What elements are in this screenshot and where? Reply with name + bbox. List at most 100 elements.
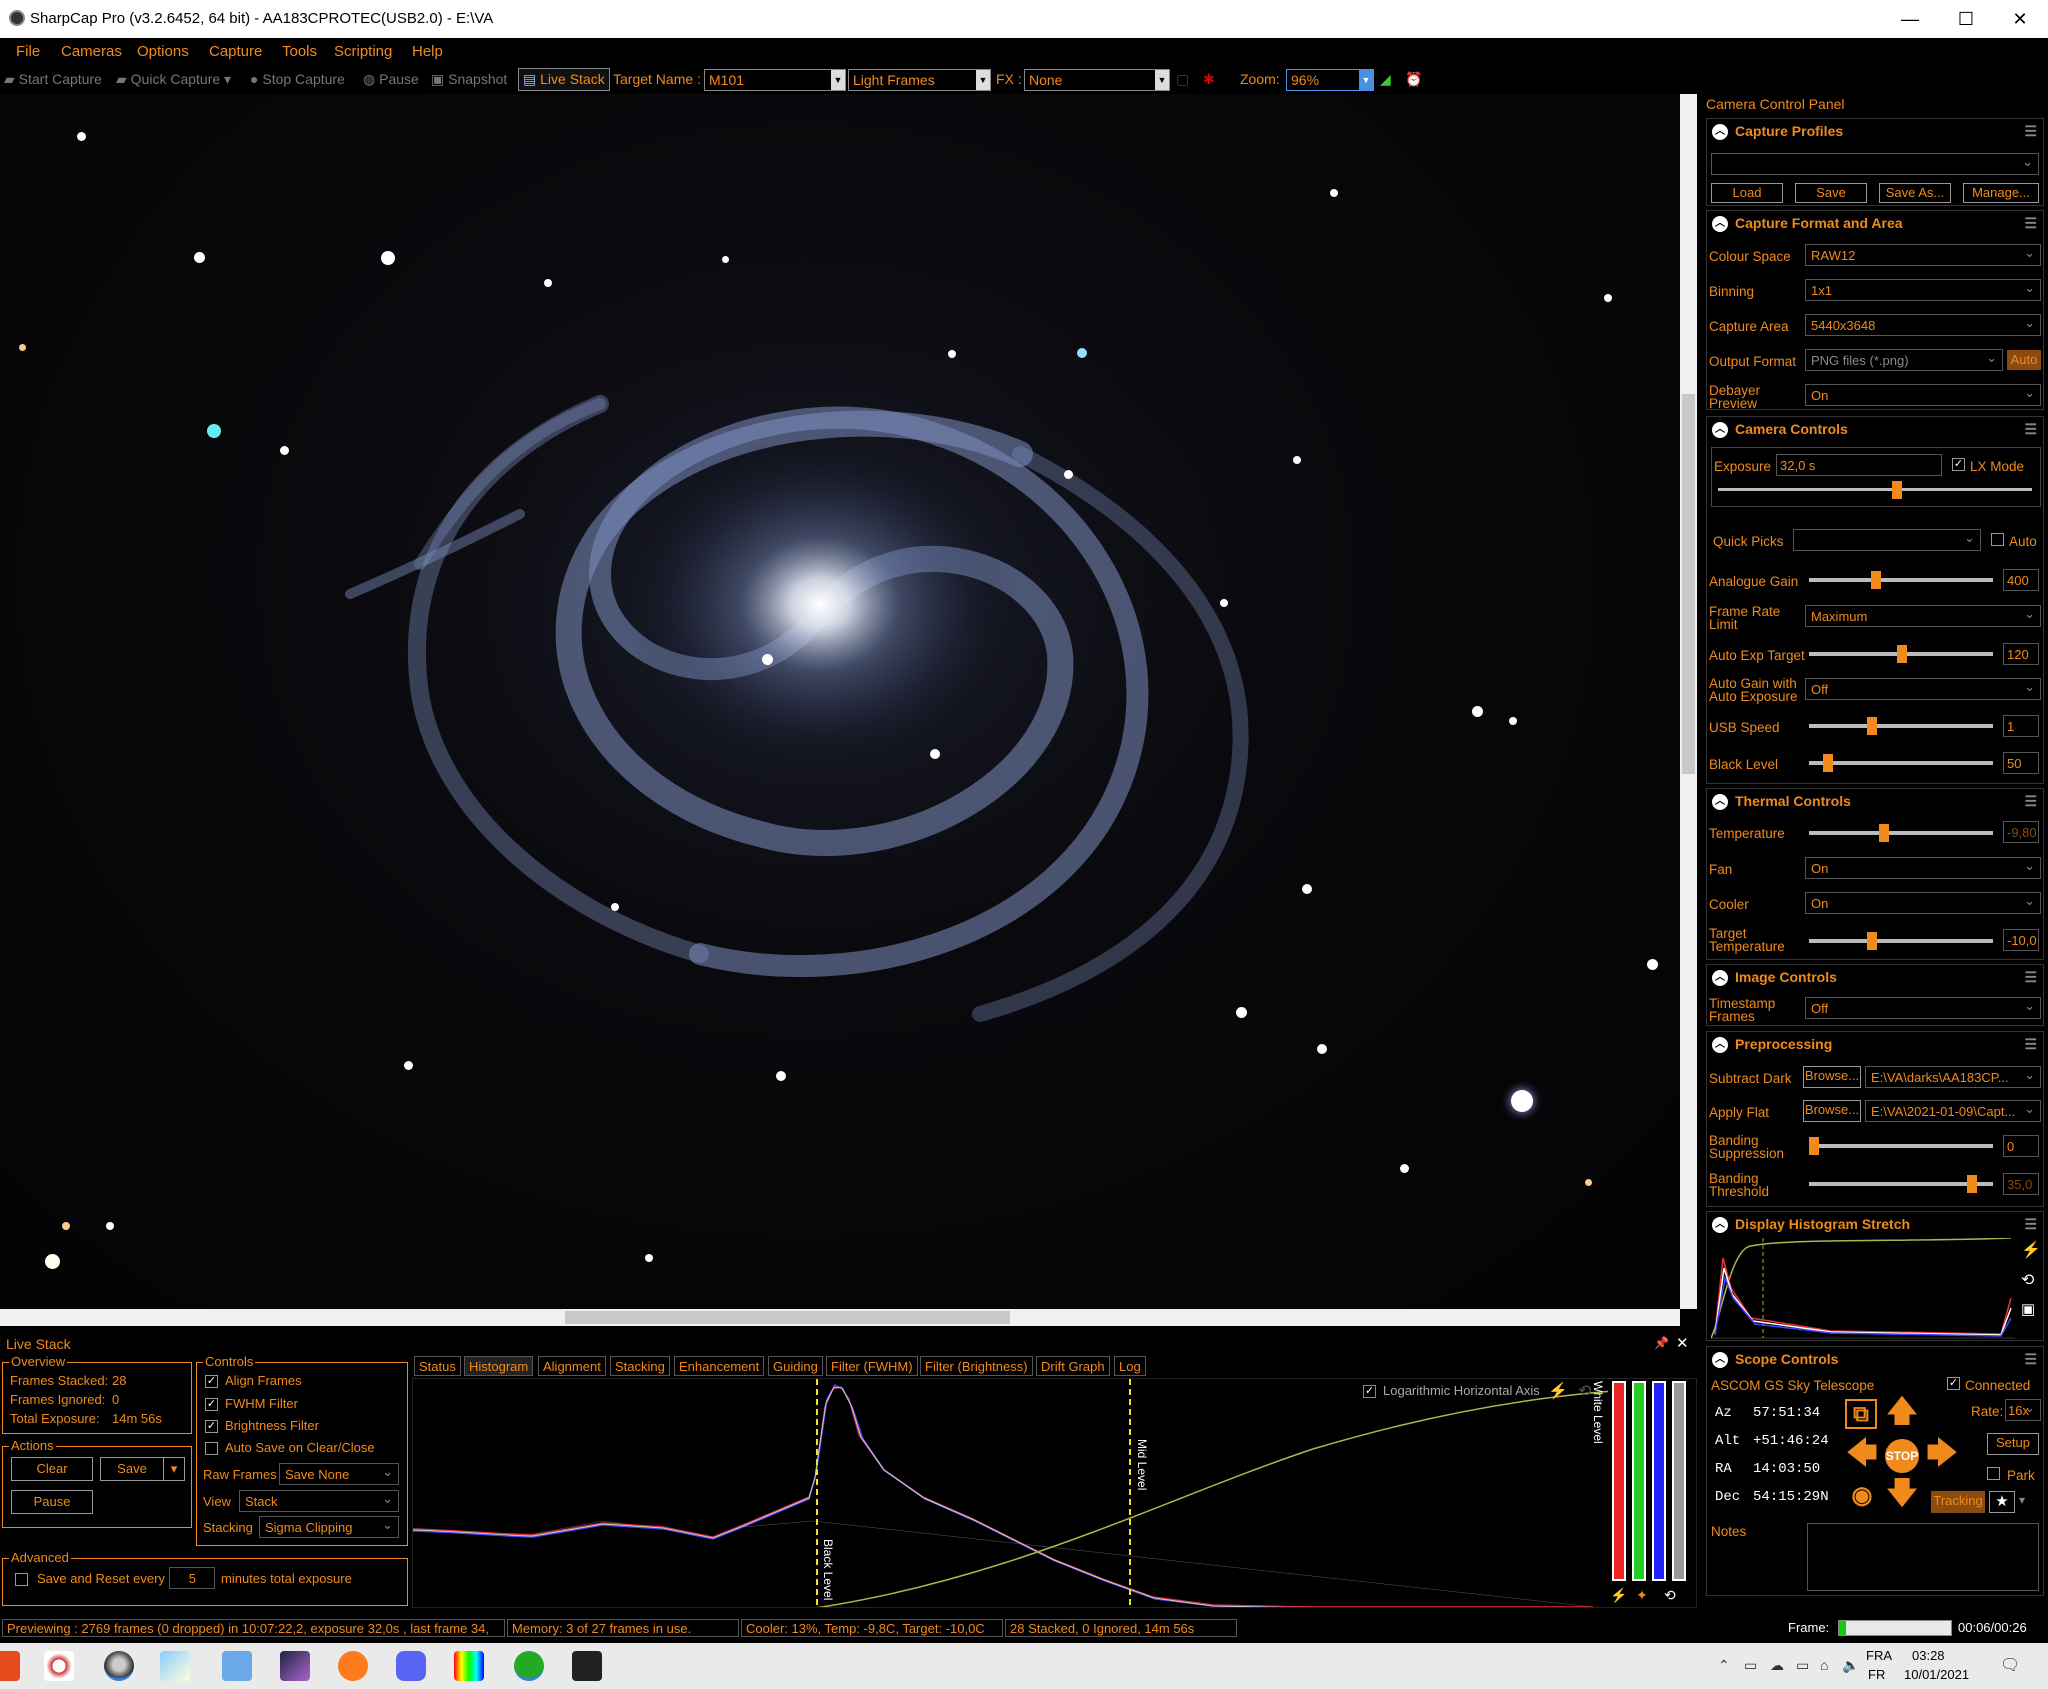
black-level-input[interactable]: 50 bbox=[2003, 752, 2039, 774]
auto-stretch-icon[interactable]: ⚡ bbox=[2021, 1240, 2041, 1260]
collapse-icon[interactable]: ︿ bbox=[1712, 794, 1728, 810]
stellarium-icon[interactable] bbox=[44, 1651, 74, 1681]
save-button[interactable]: Save bbox=[100, 1457, 164, 1481]
manage-profiles-button[interactable]: Manage... bbox=[1963, 183, 2039, 203]
move-south-button[interactable]: 🡇 bbox=[1885, 1479, 1919, 1509]
save-reset-input[interactable]: 5 bbox=[169, 1567, 215, 1589]
notepad-icon[interactable] bbox=[160, 1651, 190, 1681]
luminance-level-slider[interactable] bbox=[1672, 1381, 1686, 1581]
auto-gain-select[interactable]: Off bbox=[1805, 678, 2041, 700]
usb-speed-input[interactable]: 1 bbox=[2003, 715, 2039, 737]
lightning-icon[interactable]: ⚡ bbox=[1610, 1587, 1627, 1604]
frame-rate-select[interactable]: Maximum bbox=[1805, 605, 2041, 627]
section-header[interactable]: ︿ Capture Format and Area ☰ bbox=[1707, 211, 2043, 237]
target-temperature-slider[interactable] bbox=[1809, 932, 1993, 950]
save-as-profile-button[interactable]: Save As... bbox=[1879, 183, 1951, 203]
brightness-filter-checkbox[interactable]: ✓ bbox=[205, 1420, 218, 1433]
tab-histogram[interactable]: Histogram bbox=[464, 1356, 534, 1376]
slider-knob[interactable] bbox=[1892, 481, 1902, 499]
target-temperature-input[interactable]: -10,0 bbox=[2003, 929, 2039, 951]
cloud-icon[interactable]: ☁ bbox=[1770, 1657, 1784, 1674]
histogram-icon[interactable]: ◢ bbox=[1380, 71, 1391, 88]
reset-icon[interactable]: ⟲ bbox=[1578, 1381, 1591, 1401]
fwhm-filter-checkbox[interactable]: ✓ bbox=[205, 1398, 218, 1411]
section-header[interactable]: ︿ Scope Controls ☰ bbox=[1707, 1347, 2043, 1373]
tab-drift-graph[interactable]: Drift Graph bbox=[1036, 1356, 1110, 1376]
selection-area-icon[interactable]: ▢ bbox=[1176, 71, 1189, 88]
auto-exp-target-slider[interactable] bbox=[1809, 645, 1993, 663]
reset-icon[interactable]: ⟲ bbox=[2021, 1270, 2034, 1290]
auto-stretch-icon[interactable]: ⚡ bbox=[1548, 1381, 1568, 1401]
save-reset-checkbox[interactable] bbox=[15, 1573, 28, 1586]
fan-select[interactable]: On bbox=[1805, 857, 2041, 879]
live-stack-button[interactable]: ▤ Live Stack bbox=[518, 68, 610, 91]
meeting-icon[interactable]: ▭ bbox=[1744, 1657, 1757, 1674]
slider-knob[interactable] bbox=[1867, 932, 1877, 950]
reticle-icon[interactable]: ✱ bbox=[1203, 71, 1215, 88]
tracking-button[interactable]: Tracking bbox=[1931, 1491, 1985, 1513]
stack-histogram-graph[interactable]: Black Level Mid Level White Level ✓ Loga… bbox=[412, 1378, 1697, 1608]
align-frames-checkbox[interactable]: ✓ bbox=[205, 1375, 218, 1388]
fx-select[interactable]: None ▼ bbox=[1024, 69, 1170, 91]
tab-stacking[interactable]: Stacking bbox=[610, 1356, 670, 1376]
blue-level-slider[interactable] bbox=[1652, 1381, 1666, 1581]
volume-icon[interactable]: 🔈 bbox=[1842, 1657, 1859, 1674]
frame-type-select[interactable]: Light Frames ▼ bbox=[848, 69, 991, 91]
chevron-down-icon[interactable]: ▾ bbox=[2019, 1493, 2025, 1507]
color-app-icon[interactable] bbox=[454, 1651, 484, 1681]
viewer-app-icon[interactable] bbox=[572, 1651, 602, 1681]
device-icon[interactable]: ▭ bbox=[1796, 1657, 1809, 1674]
display-histogram-graph[interactable] bbox=[1711, 1238, 2015, 1340]
reset-icon[interactable]: ⟲ bbox=[1664, 1587, 1676, 1604]
subtract-dark-select[interactable]: E:\VA\darks\AA183CP... bbox=[1865, 1066, 2041, 1088]
menu-icon[interactable]: ☰ bbox=[2024, 1036, 2037, 1053]
auto-save-checkbox[interactable] bbox=[205, 1442, 218, 1455]
banding-suppression-input[interactable]: 0 bbox=[2003, 1135, 2039, 1157]
menu-tools[interactable]: Tools bbox=[282, 43, 317, 60]
maximize-button[interactable]: ☐ bbox=[1938, 0, 1994, 38]
center-target-icon[interactable]: ◉ bbox=[1845, 1481, 1879, 1511]
black-level-slider[interactable] bbox=[1809, 754, 1993, 772]
save-options-button[interactable]: ▾ bbox=[163, 1457, 185, 1481]
log-axis-checkbox[interactable]: ✓ bbox=[1363, 1385, 1376, 1398]
firefox-icon[interactable] bbox=[338, 1651, 368, 1681]
green-level-slider[interactable] bbox=[1632, 1381, 1646, 1581]
tab-alignment[interactable]: Alignment bbox=[538, 1356, 606, 1376]
snapshot-button[interactable]: ▣ Snapshot bbox=[431, 71, 507, 88]
alarm-clock-icon[interactable]: ⏰ bbox=[1405, 71, 1422, 88]
close-button[interactable]: ✕ bbox=[1992, 0, 2048, 38]
exposure-input[interactable]: 32,0 s bbox=[1776, 454, 1942, 476]
tab-log[interactable]: Log bbox=[1114, 1356, 1146, 1376]
scrollbar-thumb[interactable] bbox=[1682, 394, 1695, 774]
sharpcap-taskbar-icon[interactable] bbox=[104, 1651, 134, 1681]
stop-capture-button[interactable]: ● Stop Capture bbox=[250, 71, 345, 87]
quick-picks-select[interactable] bbox=[1793, 529, 1981, 551]
office-icon[interactable] bbox=[0, 1651, 20, 1681]
connected-checkbox[interactable]: ✓ bbox=[1947, 1377, 1960, 1390]
vertical-scrollbar[interactable] bbox=[1680, 94, 1697, 1309]
calculator-icon[interactable] bbox=[222, 1651, 252, 1681]
collapse-icon[interactable]: ︿ bbox=[1712, 1352, 1728, 1368]
language-code[interactable]: FRA bbox=[1866, 1648, 1892, 1663]
colour-space-select[interactable]: RAW12 bbox=[1805, 244, 2041, 266]
clock-date[interactable]: 10/01/2021 bbox=[1904, 1667, 1969, 1682]
move-west-button[interactable]: 🡄 bbox=[1845, 1439, 1879, 1469]
menu-icon[interactable]: ☰ bbox=[2024, 1351, 2037, 1368]
profile-select[interactable] bbox=[1711, 153, 2039, 175]
apply-flat-select[interactable]: E:\VA\2021-01-09\Capt... bbox=[1865, 1100, 2041, 1122]
timestamp-select[interactable]: Off bbox=[1805, 997, 2041, 1019]
goto-icon[interactable]: ⧉ bbox=[1845, 1399, 1877, 1429]
menu-icon[interactable]: ☰ bbox=[2024, 793, 2037, 810]
quick-picks-auto-checkbox[interactable] bbox=[1991, 533, 2004, 546]
setup-button[interactable]: Setup bbox=[1987, 1433, 2039, 1455]
chevron-up-icon[interactable]: ⌃ bbox=[1718, 1657, 1730, 1674]
exposure-slider[interactable] bbox=[1718, 481, 2032, 499]
tab-filter-brightness[interactable]: Filter (Brightness) bbox=[920, 1356, 1033, 1376]
menu-help[interactable]: Help bbox=[412, 43, 443, 60]
menu-icon[interactable]: ☰ bbox=[2024, 123, 2037, 140]
slider-knob[interactable] bbox=[1809, 1137, 1819, 1155]
camera-preview-image[interactable] bbox=[0, 94, 1680, 1309]
stacking-select[interactable]: Sigma Clipping bbox=[259, 1516, 399, 1538]
section-header[interactable]: ︿ Capture Profiles ☰ bbox=[1707, 119, 2043, 145]
collapse-icon[interactable]: ︿ bbox=[1712, 1037, 1728, 1053]
